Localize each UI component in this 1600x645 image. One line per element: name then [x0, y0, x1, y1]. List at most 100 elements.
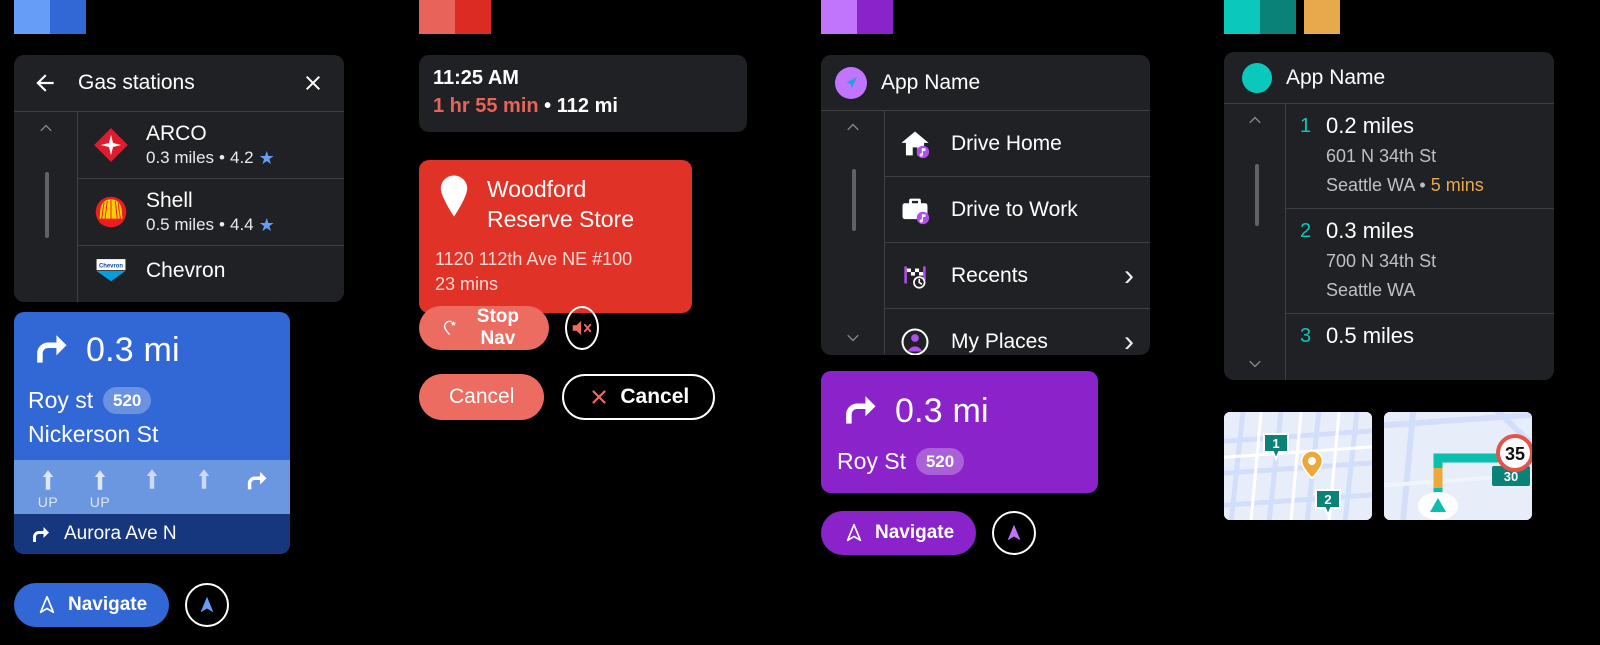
nav-card-top: 0.3 mi: [837, 387, 1082, 436]
nav-card-purple: 0.3 mi Roy St 520: [821, 371, 1098, 493]
cancel-filled-button[interactable]: Cancel: [419, 374, 545, 420]
list-item[interactable]: 1 0.2 miles 601 N 34th St Seattle WA • 5…: [1286, 104, 1554, 210]
station-meta: 0.5 miles • 4.4 ★: [146, 215, 275, 235]
list-item[interactable]: ARCO 0.3 miles • 4.2 ★: [78, 112, 344, 179]
menu-item-drive-home[interactable]: Drive Home: [885, 111, 1150, 177]
list-item[interactable]: Shell 0.5 miles • 4.4 ★: [78, 179, 344, 246]
step-body: 0.3 miles 700 N 34th St Seattle WA: [1326, 218, 1436, 302]
compass-button[interactable]: [185, 583, 230, 627]
svg-text:2: 2: [1324, 492, 1331, 507]
turn-right-icon: [33, 527, 49, 542]
speed-limit-sign: 35: [1496, 434, 1532, 472]
step-address-line1: 700 N 34th St: [1326, 251, 1437, 272]
gas-stations-panel: Gas stations ARCO 0.3 miles • 4.2 ★ Shel…: [14, 55, 344, 302]
eta-time: 11:25 AM: [433, 67, 519, 89]
svg-text:Chevron: Chevron: [99, 264, 123, 270]
eta-duration: 1 hr 55 min: [433, 95, 539, 117]
turn-right-icon: [28, 326, 72, 375]
step-number: 3: [1300, 325, 1312, 348]
swatch-purple-light: [821, 0, 857, 34]
shell-logo: [92, 193, 130, 231]
menu-item-label: Drive Home: [951, 131, 1062, 155]
chevron-up-icon[interactable]: [1242, 112, 1268, 132]
navigate-button[interactable]: Navigate: [821, 511, 977, 555]
station-distance: 0.3 miles: [146, 148, 215, 167]
step-number: 2: [1300, 220, 1312, 243]
home-icon: [895, 127, 935, 161]
next-step-street: Aurora Ave N: [64, 523, 177, 544]
person-icon: [895, 325, 935, 355]
step-distance: 0.5 miles: [1326, 323, 1415, 349]
list-item[interactable]: 3 0.5 miles: [1286, 314, 1554, 353]
station-name: Shell: [146, 189, 193, 212]
close-icon: [592, 390, 606, 404]
step-body: 0.2 miles 601 N 34th St Seattle WA • 5 m…: [1326, 113, 1484, 197]
compass-arrow-icon: [1007, 524, 1021, 541]
scroll-thumb[interactable]: [852, 169, 856, 231]
chevron-up-icon[interactable]: [840, 119, 866, 139]
chevron-down-icon[interactable]: [840, 328, 866, 348]
swatch-orange-accent: [1304, 0, 1340, 34]
cancel-outline-label: Cancel: [620, 385, 690, 408]
arrow-up-icon: [94, 470, 106, 490]
station-distance: 0.5 miles: [146, 215, 215, 234]
blue-action-row: Navigate: [14, 583, 230, 627]
stop-nav-button[interactable]: Stop Nav: [419, 306, 550, 350]
purple-scroll-column[interactable]: [821, 111, 885, 354]
teal-panel-body: 1 0.2 miles 601 N 34th St Seattle WA • 5…: [1224, 104, 1554, 380]
map-thumbnail-markers[interactable]: 1 2: [1224, 412, 1372, 520]
nav-street-name: Roy St: [837, 448, 907, 474]
next-step: Aurora Ave N: [14, 514, 290, 554]
scroll-thumb[interactable]: [1255, 164, 1259, 226]
scroll-thumb[interactable]: [45, 172, 49, 238]
eta-meta: 1 hr 55 min • 112 mi: [433, 95, 733, 118]
swatch-teal-light: [1224, 0, 1260, 34]
step-eta: 5 mins: [1430, 175, 1484, 196]
station-meta: 0.3 miles • 4.2 ★: [146, 148, 275, 168]
menu-item-drive-to-work[interactable]: Drive to Work: [885, 177, 1150, 243]
map-thumbnail-route[interactable]: 30 35: [1384, 412, 1532, 520]
list-item[interactable]: 2 0.3 miles 700 N 34th St Seattle WA: [1286, 209, 1554, 315]
menu-item-my-places[interactable]: My Places ›: [885, 309, 1150, 355]
cancel-filled-label: Cancel: [449, 385, 515, 408]
menu-item-recents[interactable]: Recents ›: [885, 243, 1150, 309]
destination-name-line1: Woodford: [487, 176, 587, 202]
chevron-down-icon[interactable]: [1242, 354, 1268, 374]
menu-item-label: Drive to Work: [951, 197, 1078, 221]
list-item[interactable]: Chevron Chevron: [78, 246, 344, 300]
lane-item: [133, 466, 171, 510]
app-panel-purple: App Name Drive Home Drive to Work Recent…: [821, 55, 1150, 355]
chevron-logo: Chevron: [92, 252, 130, 290]
teal-scroll-column[interactable]: [1224, 104, 1286, 380]
nav-distance: 0.3 mi: [895, 392, 989, 430]
station-name: Chevron: [146, 259, 226, 282]
svg-text:1: 1: [1272, 436, 1279, 451]
app-circle-icon: [1242, 62, 1272, 93]
close-icon[interactable]: [296, 66, 330, 100]
separator-dot: •: [1419, 175, 1426, 196]
navigation-arrow-icon: [846, 523, 862, 542]
navigate-button[interactable]: Navigate: [14, 583, 170, 627]
destination-card[interactable]: Woodford Reserve Store 1120 112th Ave NE…: [419, 160, 692, 314]
chevron-up-icon[interactable]: [33, 120, 59, 140]
purple-panel-body: Drive Home Drive to Work Recents › My Pl…: [821, 111, 1150, 355]
step-address-line2: Seattle WA: [1326, 280, 1416, 301]
lane-guidance: UP UP: [14, 460, 290, 514]
teal-panel-header: App Name: [1224, 52, 1554, 104]
recents-flag-icon: [895, 260, 935, 292]
chevron-right-icon: ›: [1124, 325, 1134, 356]
navigate-label: Navigate: [875, 522, 955, 543]
back-arrow-icon[interactable]: [28, 66, 62, 100]
gas-panel-title: Gas stations: [78, 71, 195, 94]
gas-scroll-column[interactable]: [14, 112, 78, 302]
app-panel-teal: App Name 1 0.2 miles 601 N 34th St Seatt…: [1224, 52, 1554, 380]
cancel-outline-button[interactable]: Cancel: [562, 374, 716, 420]
lane-item: [185, 466, 223, 510]
menu-item-label: My Places: [951, 330, 1048, 353]
compass-button[interactable]: [992, 511, 1037, 555]
station-rating: 4.2: [229, 148, 254, 167]
swatch-red-dark: [455, 0, 491, 34]
map-thumbnail-row: 1 2 30 35: [1224, 412, 1532, 520]
separator-dot: •: [219, 215, 225, 234]
mute-button[interactable]: [565, 306, 600, 350]
